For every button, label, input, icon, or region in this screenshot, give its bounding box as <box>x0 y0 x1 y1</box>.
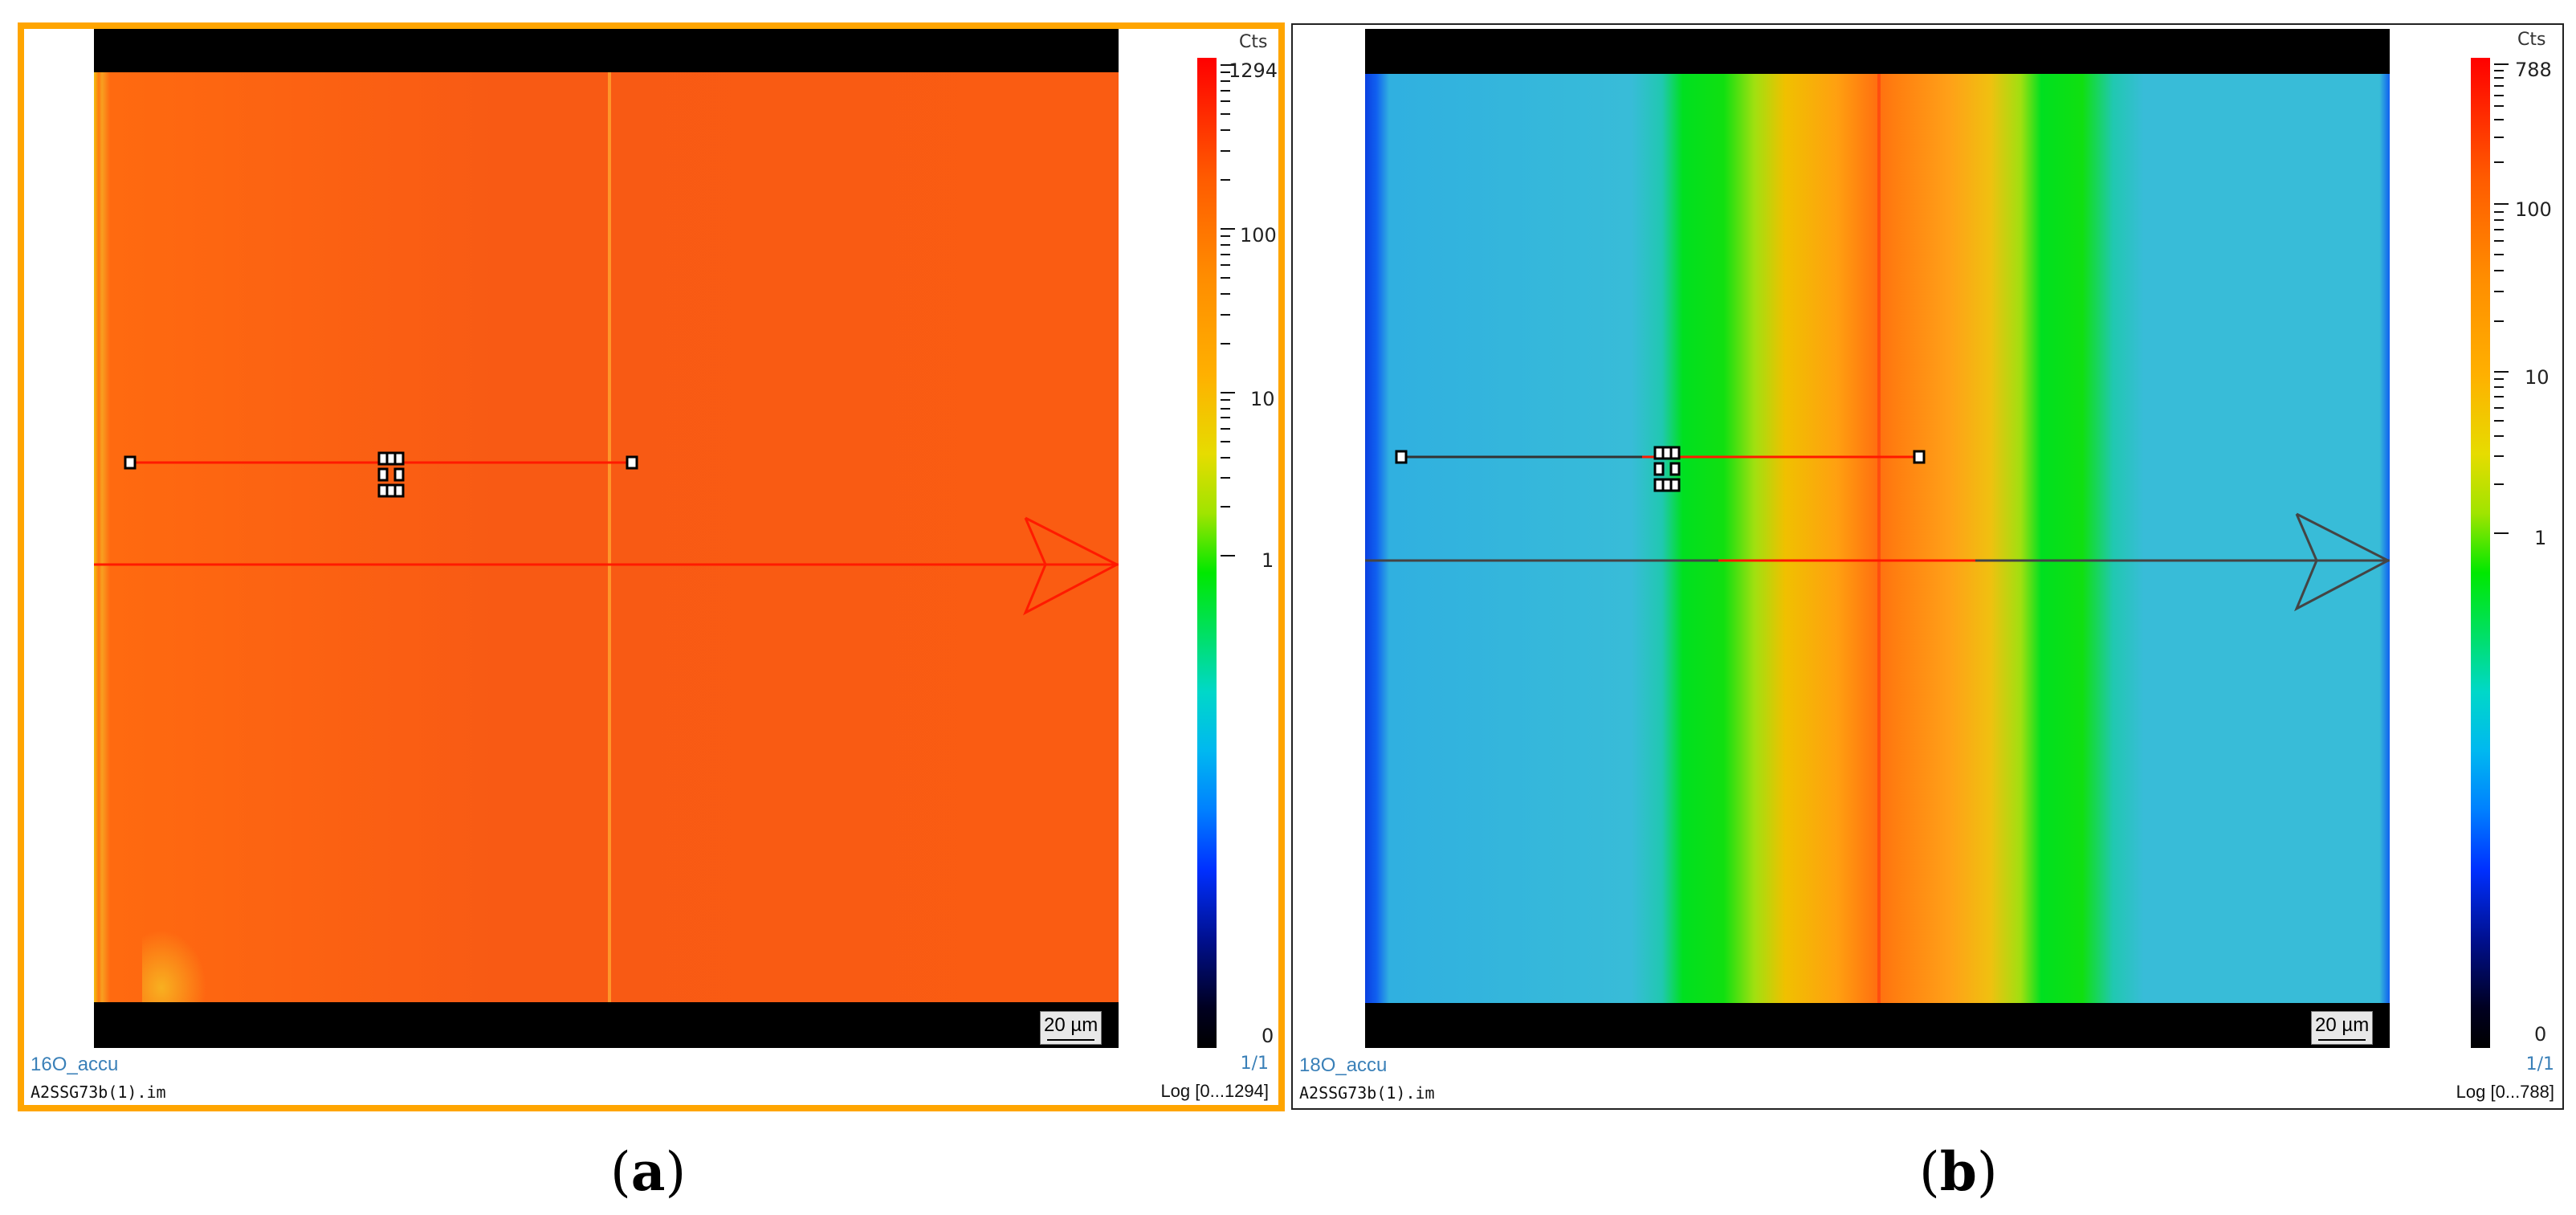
colorbar-tick <box>1221 100 1230 103</box>
colorbar-unit: Cts <box>1239 32 1268 52</box>
colorbar-label-0: 0 <box>2534 1023 2547 1046</box>
colorbar-tick <box>1221 505 1230 508</box>
colorbar-tick <box>2494 419 2504 422</box>
range-label: Log [0...788] <box>2456 1082 2554 1102</box>
image-top-bar <box>1365 29 2390 74</box>
colorbar-tick <box>1221 313 1230 316</box>
colorbar-tick <box>1221 407 1230 410</box>
colorbar-tick <box>2494 386 2504 389</box>
colorbar-tick <box>2494 119 2504 121</box>
colorbar-tick <box>2494 136 2504 138</box>
colorbar-label-0: 0 <box>1262 1025 1274 1047</box>
colorbar-tick <box>2494 406 2504 409</box>
colorbar-label-100: 100 <box>2515 198 2552 221</box>
colorbar <box>1197 58 1217 1048</box>
scale-bar-label: 20 µm <box>1044 1014 1098 1036</box>
colorbar-tick <box>2494 378 2504 381</box>
colorbar-tick <box>1221 392 1235 393</box>
colorbar-tick <box>1221 441 1230 443</box>
selection-handles[interactable] <box>1653 446 1681 492</box>
colorbar-tick <box>2494 532 2509 534</box>
selection-handles[interactable] <box>377 451 405 498</box>
colorbar-tick <box>2494 69 2504 71</box>
colorbar-tick <box>1221 456 1230 459</box>
colorbar-tick <box>1221 243 1230 246</box>
colorbar-tick <box>2494 203 2509 205</box>
colorbar-label-1: 1 <box>2534 527 2547 549</box>
image-panel-b[interactable]: 20 µm Cts 788 100 10 1 0 18O_accu A2SSG7… <box>1291 23 2564 1110</box>
page-indicator: 1/1 <box>1240 1054 1269 1074</box>
line-handle-left[interactable] <box>124 455 137 470</box>
colorbar-tick <box>2494 63 2509 65</box>
colorbar-tick <box>1221 477 1230 479</box>
colorbar-label-10: 10 <box>2525 366 2550 389</box>
colorbar-tick <box>2494 76 2504 79</box>
colorbar-tick <box>1221 113 1230 116</box>
colorbar-label-10: 10 <box>1250 388 1275 410</box>
colorbar-tick <box>1221 253 1230 255</box>
colorbar-tick <box>2494 210 2504 213</box>
colorbar-tick <box>1221 89 1230 92</box>
overlay-annotations <box>1365 446 2390 612</box>
image-bottom-bar <box>94 1002 1119 1048</box>
scale-bar-label: 20 µm <box>2315 1014 2370 1036</box>
colorbar-tick <box>2494 455 2504 458</box>
line-handle-right[interactable] <box>1913 450 1926 464</box>
overlay-annotations <box>94 451 1119 616</box>
image-name: 18O_accu <box>1299 1054 1388 1076</box>
range-label: Log [0...1294] <box>1160 1081 1269 1101</box>
colorbar-tick <box>1221 129 1230 132</box>
colorbar-tick <box>1221 178 1230 181</box>
colorbar-tick <box>2494 396 2504 398</box>
caption-b: (b) <box>1919 1140 1998 1203</box>
ion-image-18o[interactable] <box>1365 74 2390 1003</box>
colorbar-tick <box>2494 371 2509 373</box>
caption-a: (a) <box>610 1140 687 1203</box>
page-indicator: 1/1 <box>2525 1054 2554 1074</box>
colorbar-tick <box>2494 434 2504 437</box>
colorbar-tick <box>2494 105 2504 108</box>
scale-bar: 20 µm <box>1040 1011 1103 1045</box>
colorbar-tick <box>2494 219 2504 222</box>
colorbar-label-1: 1 <box>1262 549 1274 572</box>
colorbar-tick <box>2494 320 2504 323</box>
colorbar-tick <box>2494 84 2504 87</box>
colorbar-label-max: 1294 <box>1229 59 1278 82</box>
colorbar-tick <box>2494 483 2504 486</box>
colorbar-tick <box>2494 253 2504 255</box>
colorbar-unit: Cts <box>2517 30 2546 50</box>
colorbar-tick <box>2494 270 2504 272</box>
colorbar-label-100: 100 <box>1240 224 1277 247</box>
colorbar-tick <box>1221 277 1230 279</box>
image-panel-a[interactable]: 20 µm Cts 1294 100 10 1 0 16O_accu A2SSG… <box>18 22 1285 1111</box>
line-handle-left[interactable] <box>1395 450 1408 464</box>
colorbar-tick <box>2494 94 2504 96</box>
colorbar-tick <box>2494 291 2504 293</box>
colorbar-tick <box>1221 399 1230 402</box>
image-name: 16O_accu <box>31 1054 119 1075</box>
line-handle-right[interactable] <box>626 455 638 470</box>
colorbar-tick <box>1221 228 1235 230</box>
colorbar-tick <box>1221 264 1230 267</box>
image-top-bar <box>94 29 1119 72</box>
colorbar-tick <box>1221 555 1235 557</box>
ion-image-16o[interactable] <box>94 72 1119 1002</box>
colorbar-tick <box>1221 428 1230 430</box>
scale-bar: 20 µm <box>2311 1011 2374 1045</box>
file-name: A2SSG73b(1).im <box>1299 1083 1435 1103</box>
file-name: A2SSG73b(1).im <box>31 1082 166 1102</box>
colorbar-tick <box>2494 161 2504 163</box>
colorbar <box>2471 58 2490 1048</box>
colorbar-tick <box>1221 149 1230 152</box>
colorbar-tick <box>2494 229 2504 231</box>
image-bottom-bar <box>1365 1003 2390 1048</box>
colorbar-tick <box>1221 293 1230 296</box>
colorbar-tick <box>1221 235 1230 238</box>
colorbar-tick <box>2494 240 2504 243</box>
colorbar-tick <box>1221 417 1230 419</box>
colorbar-tick <box>1221 342 1230 345</box>
colorbar-label-max: 788 <box>2515 59 2552 81</box>
